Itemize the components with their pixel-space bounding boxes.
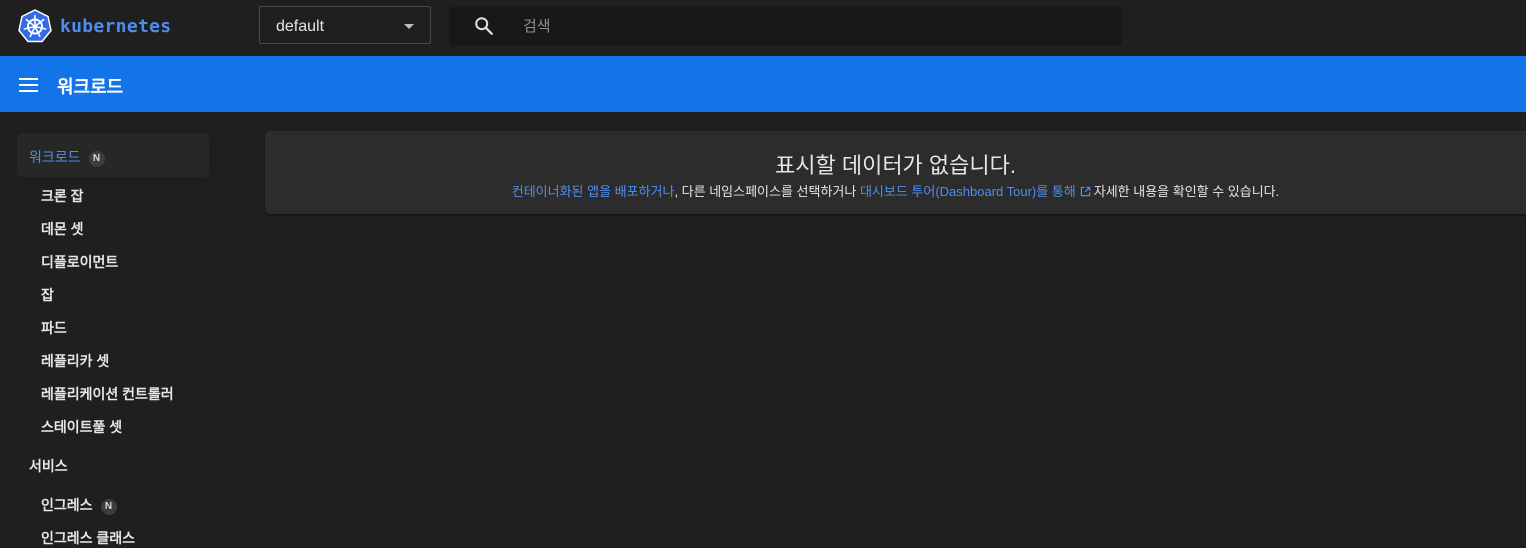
- sidebar: 워크로드 N 크론 잡 데몬 셋 디플로이먼트 잡 파드 레플리카 셋 레플리케이…: [0, 112, 240, 546]
- sidebar-item-replicationcontrollers[interactable]: 레플리케이션 컨트롤러: [41, 384, 174, 404]
- dashboard-tour-link[interactable]: 대시보드 투어(Dashboard Tour)를 통해: [860, 184, 1094, 199]
- search-icon[interactable]: [473, 15, 495, 37]
- brand-name: kubernetes: [60, 15, 172, 37]
- top-bar: kubernetes default: [0, 0, 1526, 56]
- new-badge: N: [100, 499, 117, 515]
- sidebar-section-services[interactable]: 서비스: [29, 456, 68, 476]
- sidebar-group-workloads[interactable]: 워크로드 N: [17, 133, 209, 177]
- sidebar-group-workloads-text: 워크로드 N: [29, 147, 105, 167]
- page-title: 워크로드: [57, 77, 124, 97]
- external-link-icon: [1080, 186, 1090, 197]
- namespace-select[interactable]: default: [259, 6, 431, 44]
- empty-state-text-2: 자세한 내용을 확인할 수 있습니다.: [1093, 184, 1280, 199]
- empty-state-text-1: , 다른 네임스페이스를 선택하거나: [674, 184, 860, 199]
- deploy-app-link[interactable]: 컨테이너화된 앱을 배포하거나: [512, 184, 675, 199]
- search-bar: [449, 7, 1122, 45]
- kubernetes-wheel-icon: [18, 9, 52, 43]
- search-input[interactable]: [523, 7, 1103, 45]
- new-badge: N: [88, 151, 105, 167]
- empty-state-description: 컨테이너화된 앱을 배포하거나, 다른 네임스페이스를 선택하거나 대시보드 투…: [265, 181, 1526, 200]
- sidebar-item-jobs[interactable]: 잡: [41, 285, 54, 305]
- menu-icon[interactable]: [19, 75, 39, 93]
- brand-logo[interactable]: kubernetes: [18, 9, 171, 43]
- sidebar-item-ingressclasses[interactable]: 인그레스 클래스: [41, 528, 135, 548]
- caret-down-icon: [404, 24, 414, 29]
- sidebar-item-ingresses[interactable]: 인그레스 N: [41, 495, 117, 515]
- namespace-value: default: [276, 18, 325, 35]
- empty-state-card: 표시할 데이터가 없습니다. 컨테이너화된 앱을 배포하거나, 다른 네임스페이…: [265, 131, 1526, 214]
- dashboard-tour-link-text: 대시보드 투어(Dashboard Tour)를 통해: [859, 184, 1076, 199]
- app-bar: 워크로드: [0, 56, 1526, 112]
- sidebar-item-deployments[interactable]: 디플로이먼트: [41, 252, 118, 272]
- sidebar-group-label: 워크로드: [29, 149, 81, 165]
- sidebar-item-replicasets[interactable]: 레플리카 셋: [41, 351, 109, 371]
- sidebar-item-pods[interactable]: 파드: [41, 318, 67, 338]
- sidebar-item-ingresses-label: 인그레스: [41, 497, 93, 513]
- sidebar-item-statefulsets[interactable]: 스테이트풀 셋: [41, 417, 122, 437]
- empty-state-title: 표시할 데이터가 없습니다.: [775, 153, 1016, 178]
- sidebar-item-daemonsets[interactable]: 데몬 셋: [41, 219, 84, 239]
- sidebar-item-cronjobs[interactable]: 크론 잡: [41, 186, 84, 206]
